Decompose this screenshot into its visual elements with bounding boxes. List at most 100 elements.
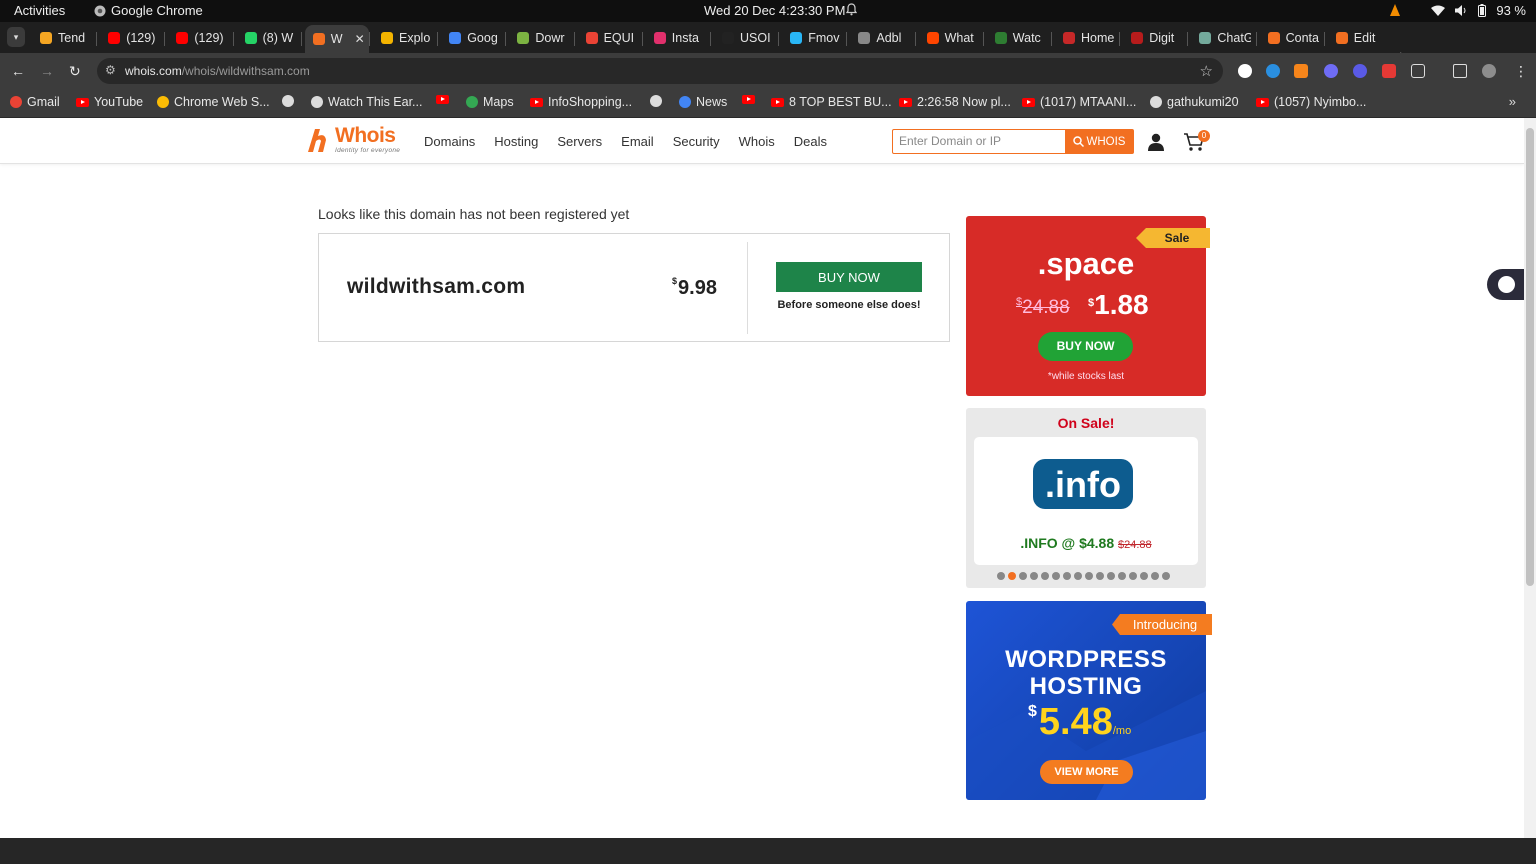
browser-tab[interactable]: Insta [646,26,706,50]
carousel-dot[interactable] [1085,572,1093,580]
browser-tab[interactable]: Watc [987,26,1047,50]
whois-logo[interactable]: Whois Identity for everyone [305,124,400,154]
extensions-puzzle-icon[interactable] [1411,64,1425,78]
activities-button[interactable]: Activities [14,3,65,18]
buy-now-button[interactable]: BUY NOW [776,262,922,292]
browser-tab[interactable]: Edit [1328,26,1388,50]
bookmark-item[interactable]: (1057) Nyimbo... [1256,95,1366,109]
browser-tab[interactable]: Digit [1123,26,1183,50]
info-offer-card[interactable]: .info .INFO @ $4.88 $24.88 [974,437,1198,565]
carousel-dot[interactable] [1129,572,1137,580]
bookmark-item[interactable]: (1017) MTAANI... [1022,95,1136,109]
browser-tab[interactable]: Conta [1260,26,1320,50]
bookmark-item[interactable]: YouTube [76,95,143,109]
account-user-icon[interactable] [1146,133,1166,151]
space-buy-now-button[interactable]: BUY NOW [1038,332,1133,361]
browser-tab[interactable]: (129) [168,26,228,50]
app-menu[interactable]: Google Chrome [94,3,203,18]
tab-search-button[interactable]: ▾ [7,27,25,47]
bookmark-item[interactable] [282,95,294,107]
browser-tab[interactable]: (129) [100,26,160,50]
nav-email[interactable]: Email [621,134,654,149]
carousel-dot[interactable] [1140,572,1148,580]
bookmark-item[interactable]: Gmail [10,95,60,109]
bookmark-item[interactable]: 8 TOP BEST BU... [771,95,892,109]
chat-extension-icon[interactable] [1324,64,1338,78]
bookmark-item[interactable] [742,95,755,104]
carousel-dot[interactable] [1019,572,1027,580]
browser-tab[interactable]: Dowr [509,26,569,50]
browser-tab[interactable]: ChatG [1191,26,1251,50]
carousel-dot[interactable] [1162,572,1170,580]
chrome-menu-icon[interactable]: ⋮ [1514,63,1528,80]
bookmark-item[interactable]: 2:26:58 Now pl... [899,95,1011,109]
bookmark-item[interactable]: gathukumi20 [1150,95,1239,109]
browser-tab[interactable]: Adbl [850,26,910,50]
nav-hosting[interactable]: Hosting [494,134,538,149]
bookmark-item[interactable]: Chrome Web S... [157,95,270,109]
url-text[interactable]: whois.com/whois/wildwithsam.com [125,64,310,78]
nav-servers[interactable]: Servers [557,134,602,149]
bookmark-item[interactable]: Maps [466,95,514,109]
bookmark-item[interactable] [436,95,449,104]
close-tab-icon[interactable]: ✕ [355,32,365,46]
carousel-dot[interactable] [997,572,1005,580]
ai-extension-icon[interactable] [1353,64,1367,78]
carousel-dot[interactable] [1107,572,1115,580]
bookmark-label: 2:26:58 Now pl... [917,95,1011,109]
domain-search-input[interactable] [899,134,1059,148]
bookmarks-overflow-icon[interactable]: » [1509,94,1516,109]
browser-tab[interactable]: USOI [714,26,774,50]
clock[interactable]: Wed 20 Dec 4:23:30 PM [704,3,845,18]
carousel-dot[interactable] [1151,572,1159,580]
browser-tab[interactable]: Home [1055,26,1115,50]
carousel-dot[interactable] [1008,572,1016,580]
side-panel-icon[interactable] [1453,64,1467,78]
logo-word: Whois [335,124,396,147]
whois-search-button[interactable]: WHOIS [1065,130,1133,153]
carousel-dot[interactable] [1030,572,1038,580]
browser-tab[interactable]: What [919,26,979,50]
browser-tab[interactable]: Explo [373,26,433,50]
profile-avatar[interactable] [1482,64,1496,78]
tab-active[interactable]: W ✕ [304,25,369,53]
tab-separator [437,32,439,46]
bookmark-item[interactable]: Watch This Ear... [311,95,422,109]
vpn-extension-icon[interactable] [1266,64,1280,78]
view-more-button[interactable]: VIEW MORE [1040,760,1133,784]
nav-security[interactable]: Security [673,134,720,149]
bookmark-item[interactable] [650,95,662,107]
whois-extension-icon[interactable] [1238,64,1252,78]
carousel-dot[interactable] [1074,572,1082,580]
reload-icon[interactable]: ↻ [69,63,81,80]
bookmark-label: gathukumi20 [1167,95,1239,109]
browser-tab[interactable]: Fmov [782,26,842,50]
forward-icon[interactable]: → [40,63,54,79]
tab-title: Tend [58,31,86,45]
metamask-extension-icon[interactable] [1294,64,1308,78]
system-tray[interactable]: 93 % [1389,3,1526,18]
browser-tab[interactable]: Tend [32,26,92,50]
carousel-dot[interactable] [1063,572,1071,580]
wp-heading: WORDPRESS HOSTING [1005,646,1167,700]
browser-tab[interactable]: EQUI [578,26,638,50]
nav-whois[interactable]: Whois [739,134,775,149]
address-bar[interactable]: ⚙ whois.com/whois/wildwithsam.com ☆ [97,58,1223,84]
nav-deals[interactable]: Deals [794,134,827,149]
site-info-icon[interactable]: ⚙ [105,63,116,77]
browser-tab[interactable]: Goog [441,26,501,50]
carousel-dot[interactable] [1052,572,1060,580]
carousel-dot[interactable] [1118,572,1126,580]
bookmark-item[interactable]: InfoShopping... [530,95,632,109]
adblock-plus-icon[interactable] [1382,64,1396,78]
back-icon[interactable]: ← [11,63,25,79]
chat-widget-button[interactable] [1487,269,1527,300]
bookmark-item[interactable]: News [679,95,727,109]
bookmark-star-icon[interactable]: ☆ [1200,62,1213,80]
page-scrollbar[interactable] [1524,118,1536,838]
scrollbar-thumb[interactable] [1526,128,1534,586]
nav-domains[interactable]: Domains [424,134,475,149]
carousel-dot[interactable] [1041,572,1049,580]
browser-tab[interactable]: (8) W [237,26,297,50]
carousel-dot[interactable] [1096,572,1104,580]
